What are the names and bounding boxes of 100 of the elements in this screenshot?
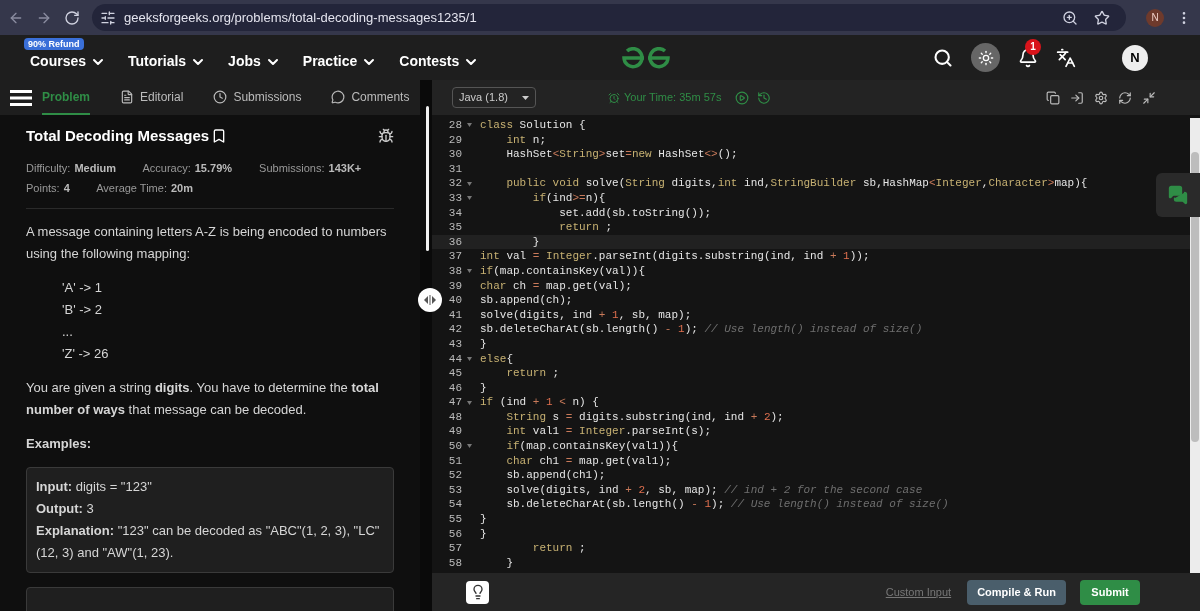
alarm-icon [608,91,620,104]
code-line: } [480,512,487,527]
play-icon[interactable] [735,90,750,105]
url-text: geeksforgeeks.org/problems/total-decoding-messages1235/1 [124,8,478,27]
line-number: 40 [447,293,462,308]
nav-menu[interactable]: Tutorials [128,51,207,72]
meta-label: Submissions: [259,161,325,174]
meta-label: Accuracy: [142,161,191,174]
line-number: 38 [447,263,462,279]
menu-icon[interactable] [10,89,32,106]
code-line: if (ind + 1 < n) { [480,395,599,410]
description-text: You are given a string digits. You have to determine the total number of ways that message can be decoded. [26,378,380,419]
meta-label: Difficulty: [26,161,71,174]
code-line: } [480,526,487,542]
line-number: 39 [447,278,462,294]
line-number: 48 [447,409,462,425]
tab[interactable]: Submissions [213,80,302,115]
meta-value: 4 [63,181,70,194]
bookmark-star-icon[interactable] [1094,9,1110,26]
code-line: } [480,336,487,352]
reset-icon[interactable] [1118,90,1132,105]
line-number: 42 [447,322,462,337]
fold-caret-icon[interactable] [466,196,472,201]
line-number: 57 [447,541,462,556]
reload-icon[interactable] [64,9,80,26]
mapping-line: ... [62,322,74,341]
code-line: char ch1 = map.get(val1); [505,453,672,469]
address-bar[interactable]: geeksforgeeks.org/problems/total-decoding-messages1235/1 [92,4,1126,31]
mapping-line: 'A' -> 1 [62,278,103,297]
fold-caret-icon[interactable] [466,400,472,405]
language-select[interactable]: Java (1.8) [452,87,536,108]
line-number: 56 [447,526,462,542]
example-line: Explanation: "123" can be decoded as "ABC"(1, 2, 3), "LC"(12, 3) and "AW"(1, 23). [36,521,381,562]
code-line: solve(digits, ind + 2, sb, map); // ind + 2 for the second case [505,482,923,498]
compile-run-button[interactable]: Compile & Run [967,579,1066,605]
nav-menu[interactable]: Contests [399,51,480,72]
logo-icon[interactable] [620,46,673,69]
refund-badge: 90% Refund [24,38,84,50]
line-number: 55 [447,512,462,527]
code-line: solve(digits, ind + 1, sb, map); [480,307,692,323]
example-line: Output: 3 [36,499,95,518]
examples-heading: Examples: [26,434,93,453]
sun-icon [977,49,994,66]
search-icon[interactable] [933,47,953,68]
example-line: Input: digits = "123" [36,477,153,496]
document-icon [120,89,134,104]
chat-icon [331,89,346,104]
nav-menu[interactable]: Courses [30,51,107,72]
line-number: 43 [447,336,462,352]
line-number: 53 [447,482,462,498]
user-avatar[interactable]: N [1122,44,1148,71]
code-line: HashSet<String>set=new HashSet<>(); [505,147,738,162]
nav-menu[interactable]: Jobs [228,51,281,72]
tab[interactable]: Problem [42,80,90,115]
line-number: 33 [447,190,462,206]
fold-caret-icon[interactable] [466,444,472,449]
meta-value: 20m [170,181,193,194]
meta-value: Medium [74,161,116,174]
meta-value: 15.79% [194,161,233,174]
code-line: int val = Integer.parseInt(digits.substring(ind, ind + 1)); [480,249,870,264]
history-icon[interactable] [757,90,772,105]
code-line: sb.append(ch1); [505,468,606,483]
code-line: int n; [505,132,547,148]
collapse-icon[interactable] [1142,90,1156,105]
code-line: return ; [505,366,560,381]
code-line: int val1 = Integer.parseInt(s); [505,424,712,440]
custom-input-link[interactable]: Custom Input [885,583,952,601]
settings-icon[interactable] [1094,90,1108,105]
code-line: set.add(sb.toString()); [558,205,712,221]
line-number: 30 [447,147,462,162]
fold-caret-icon[interactable] [466,356,472,361]
fold-caret-icon[interactable] [466,269,472,274]
fold-caret-icon[interactable] [466,181,472,186]
line-number: 34 [447,205,462,221]
theme-toggle[interactable] [971,43,1000,72]
bug-icon[interactable] [378,128,394,145]
chat-button[interactable] [1156,173,1200,217]
tab[interactable]: Comments [331,80,410,115]
code-line: } [480,380,487,396]
hint-button[interactable] [466,580,489,604]
fold-caret-icon[interactable] [466,123,472,128]
line-number: 44 [447,351,462,367]
line-number: 35 [447,220,462,235]
scrollbar-thumb[interactable] [426,106,429,251]
copy-icon[interactable] [1046,90,1060,105]
code-line: if(map.containsKey(val1)){ [505,439,679,454]
submit-button[interactable]: Submit [1080,579,1140,605]
nav-menu[interactable]: Practice [302,51,378,72]
line-number: 45 [447,366,462,381]
mapping-line: 'Z' -> 26 [62,344,110,363]
import-icon[interactable] [1070,90,1084,105]
translate-icon[interactable] [1056,47,1076,68]
chat-icon [1168,185,1188,205]
code-line: } [531,234,540,250]
code-line: class Solution { [480,118,586,133]
zoom-icon[interactable] [1062,9,1078,26]
caret-icon [522,95,529,100]
site-settings-icon[interactable] [100,9,116,26]
tab[interactable]: Editorial [120,80,184,115]
profile-avatar[interactable]: N [1146,8,1164,27]
